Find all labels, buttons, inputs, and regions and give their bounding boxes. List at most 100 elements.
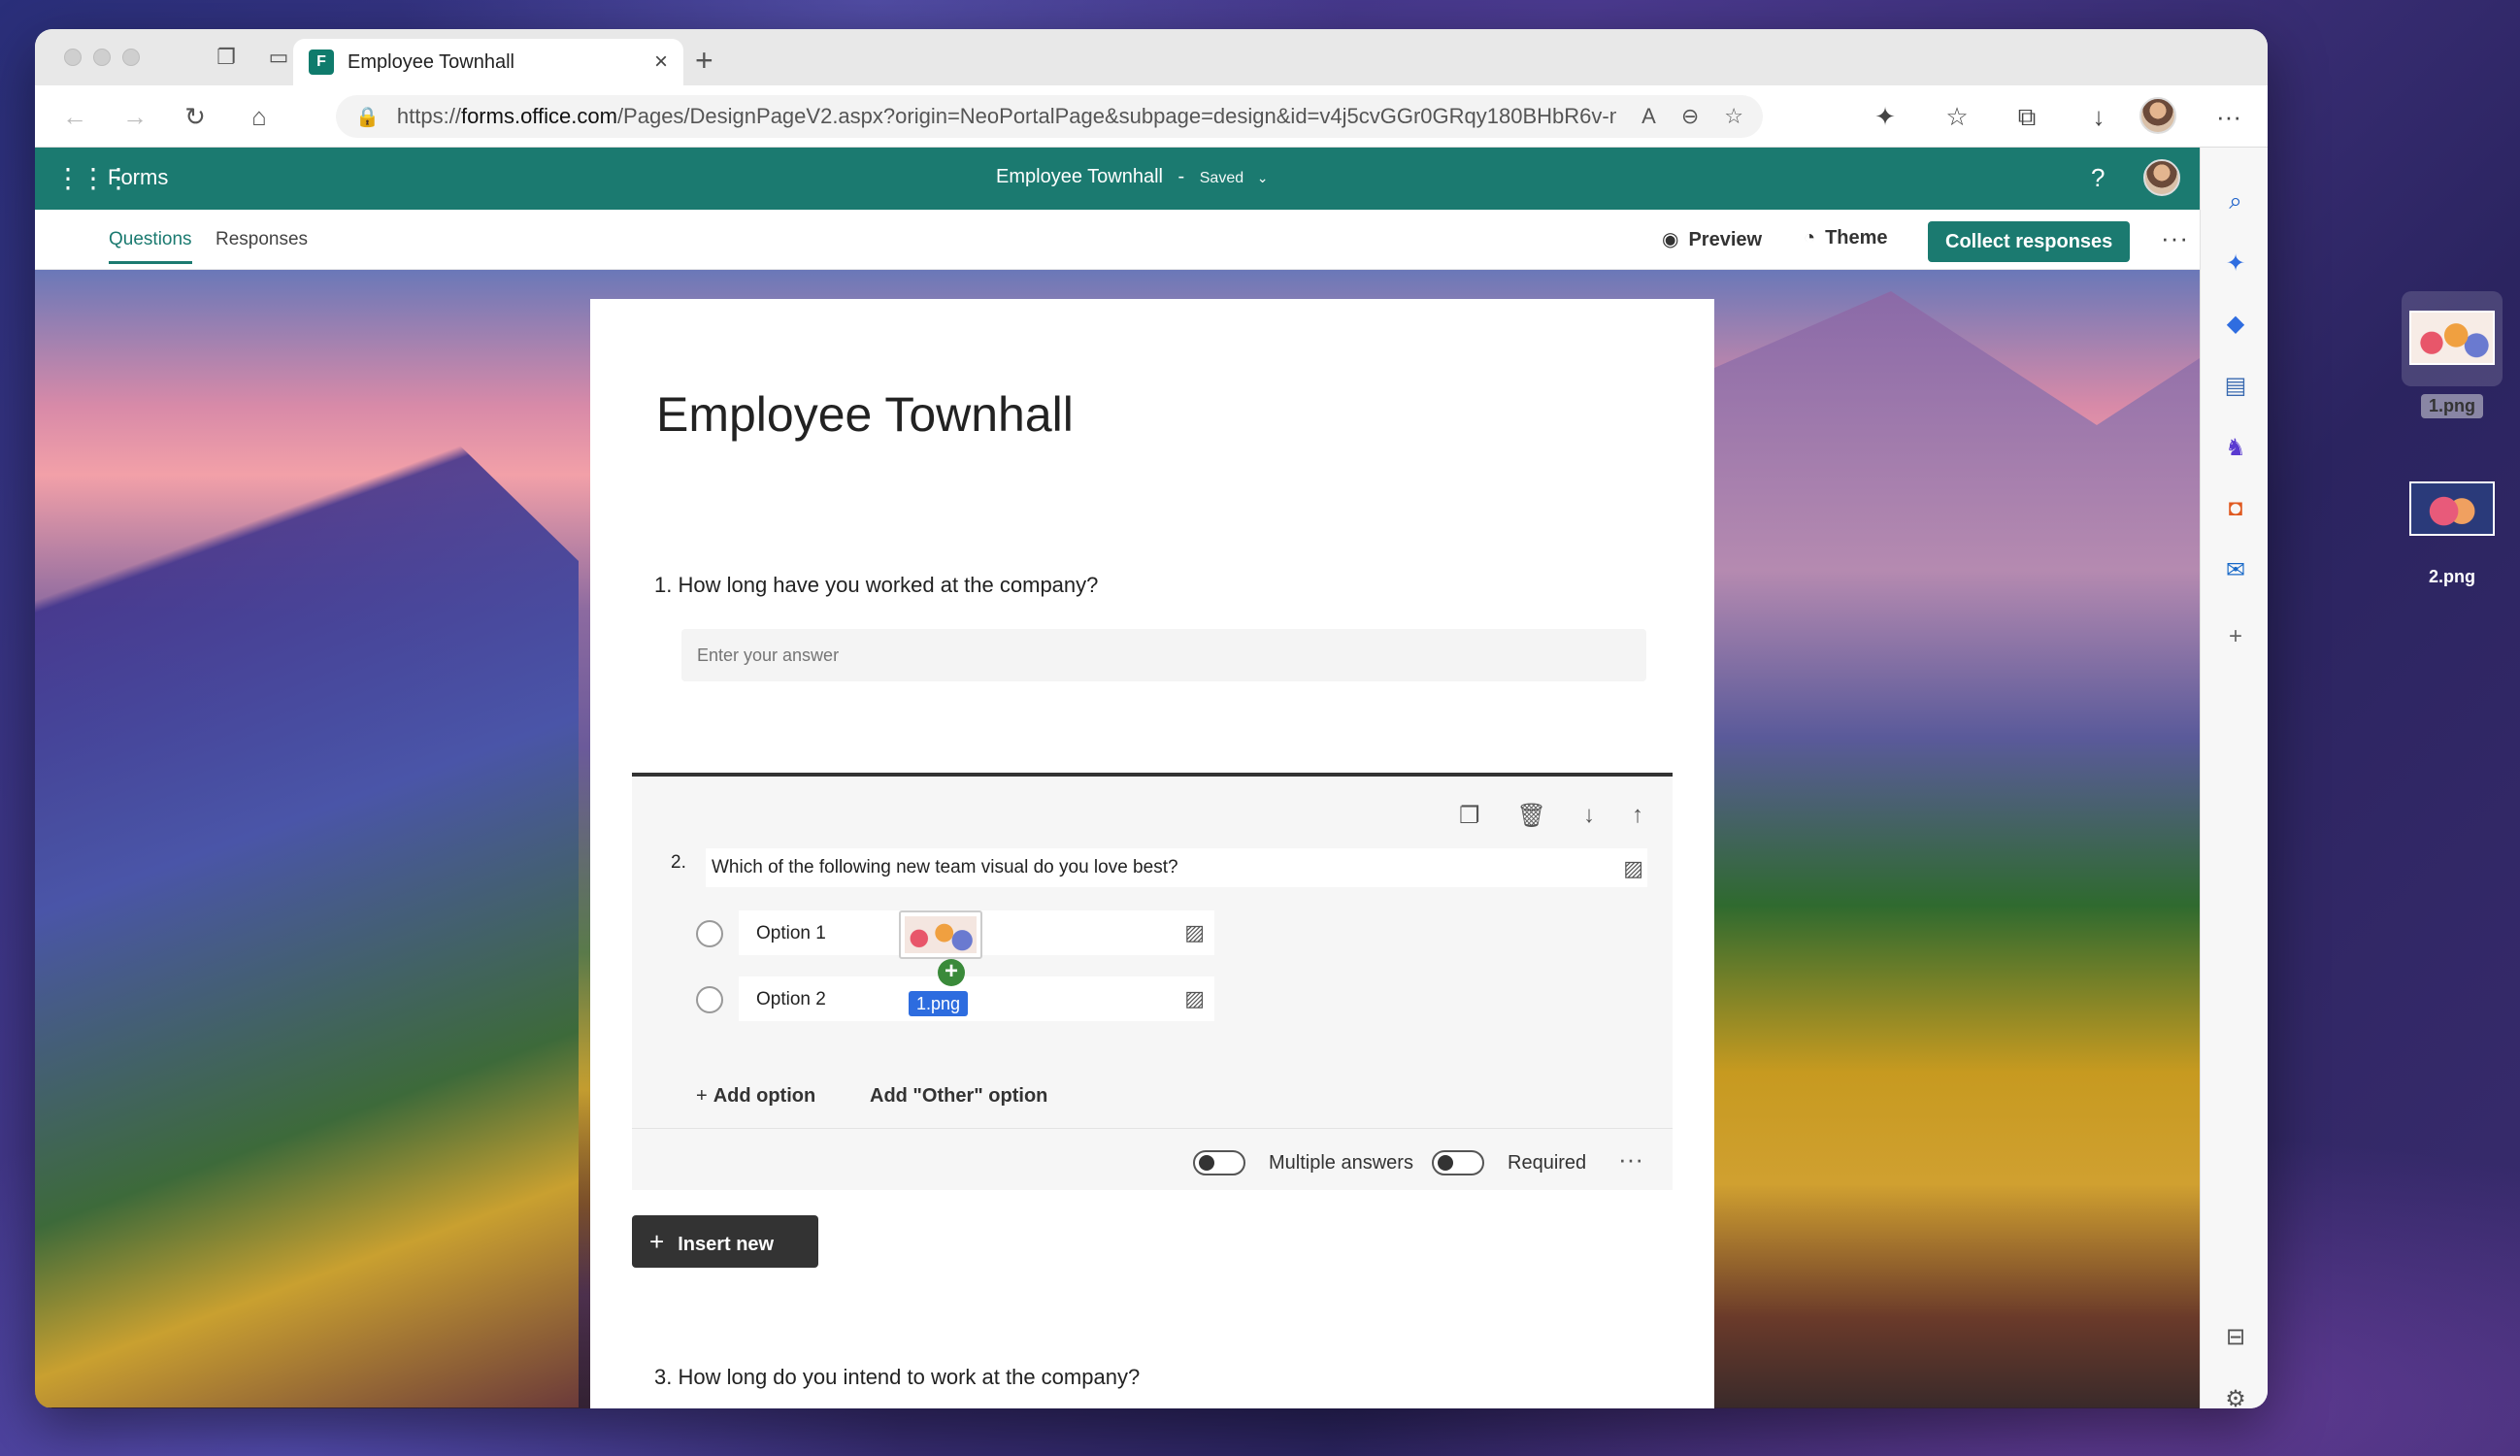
favorites-icon[interactable]: ☆ [1941,103,1973,130]
desktop-file-2[interactable]: 2.png [2402,462,2503,589]
close-window-button[interactable] [64,49,82,66]
document-title[interactable]: Employee Townhall - Saved ⌄ [996,166,1268,188]
file-2-name: 2.png [2429,567,2475,586]
window-controls [64,49,140,66]
dragged-image-thumbnail [899,910,982,959]
hide-sidebar-icon[interactable]: ⊟ [2220,1322,2251,1353]
question-1-label[interactable]: 1. How long have you worked at the compa… [654,573,1098,598]
forward-icon[interactable]: → [120,103,149,130]
settings-more-icon[interactable]: ··· [2213,103,2244,130]
help-icon[interactable]: ? [2091,163,2105,193]
tab-title: Employee Townhall [348,50,514,73]
palette-icon: ◔ [1804,227,1816,248]
dragged-file-label: 1.png [909,991,969,1016]
option-2-radio[interactable] [696,986,723,1013]
form-title[interactable]: Employee Townhall [656,386,1074,443]
question-2-footer: Multiple answers Required ··· [632,1128,1673,1194]
add-sidebar-app-icon[interactable]: + [2220,621,2251,652]
office-icon[interactable]: ◘ [2220,493,2251,524]
question-more-icon[interactable]: ··· [1618,1144,1643,1175]
tab-responses[interactable]: Responses [216,229,308,250]
url-text: https://forms.office.com/Pages/DesignPag… [396,104,1617,128]
question-3-label[interactable]: 3. How long do you intend to work at the… [654,1365,1140,1390]
back-icon[interactable]: ← [60,103,89,130]
move-down-icon[interactable]: ↓ [1583,802,1595,830]
address-toolbar: ← → ↻ ⌂ 🔒 https://forms.office.com/Pages… [35,85,2268,148]
theme-background-mountain-left [35,349,579,1407]
file-1-name: 1.png [2421,394,2483,418]
new-tab-button[interactable]: + [695,43,713,79]
required-toggle[interactable] [1432,1150,1484,1175]
search-icon[interactable]: ⌕ [2220,186,2251,217]
browser-window: ❐ ▭ F Employee Townhall × + ← → ↻ ⌂ 🔒 ht… [35,29,2268,1408]
address-bar[interactable]: 🔒 https://forms.office.com/Pages/DesignP… [336,95,1763,138]
option-2-field[interactable]: Option 2 ▨ [739,976,1214,1021]
add-option-button[interactable]: + Add option [696,1085,815,1108]
zoom-icon[interactable]: ⊖ [1681,104,1699,129]
move-up-icon[interactable]: ↑ [1632,802,1643,830]
hearts-image [905,916,977,953]
extensions-icon[interactable]: ✦ [1870,103,1901,130]
favorite-add-icon[interactable]: ☆ [1724,104,1743,129]
file-1-thumbnail [2402,291,2503,386]
user-avatar[interactable] [2143,159,2180,196]
theme-button[interactable]: ◔ Theme [1804,227,1888,249]
insert-new-button[interactable]: + Insert new [632,1215,818,1268]
tab-close-icon[interactable]: × [654,49,668,76]
delete-icon[interactable]: 🗑 [1517,802,1546,830]
games-icon[interactable]: ♞ [2220,433,2251,464]
home-icon[interactable]: ⌂ [245,103,274,130]
preview-button[interactable]: ◉ Preview [1662,227,1762,251]
multiple-answers-label: Multiple answers [1269,1152,1413,1174]
forms-header: ⋮⋮⋮ Forms Employee Townhall - Saved ⌄ ? [35,148,2200,210]
downloads-icon[interactable]: ↓ [2083,103,2114,130]
heart-image [2409,481,2495,536]
shopping-tag-icon[interactable]: ◆ [2220,309,2251,340]
file-2-thumbnail [2402,462,2503,557]
question-1-answer-input[interactable] [681,629,1646,681]
multiple-answers-toggle[interactable] [1193,1150,1245,1175]
tab-actions-icon[interactable]: ▭ [266,45,291,70]
saved-status: Saved [1199,170,1244,186]
option-1-radio[interactable] [696,920,723,947]
lock-icon[interactable]: 🔒 [355,105,380,129]
forms-favicon-icon: F [309,50,334,75]
collections-icon[interactable]: ⧉ [2011,103,2042,130]
tab-questions[interactable]: Questions [109,229,192,264]
required-label: Required [1508,1152,1587,1174]
plus-icon: + [649,1227,665,1256]
minimize-window-button[interactable] [93,49,111,66]
copilot-icon[interactable]: ✦ [2220,248,2251,280]
theme-background-mountain-right [1685,291,2200,1407]
hearts-image [2409,311,2495,365]
eye-icon: ◉ [1662,229,1679,250]
browser-tab-employee-townhall[interactable]: F Employee Townhall × [293,39,683,85]
form-canvas: Employee Townhall 1. How long have you w… [590,299,1714,1408]
tools-briefcase-icon[interactable]: ▤ [2220,371,2251,402]
command-bar: Questions Responses ◉ Preview ◔ Theme Coll… [35,210,2200,270]
browser-profile-avatar[interactable] [2139,97,2176,134]
collect-responses-button[interactable]: Collect responses [1928,221,2131,262]
tab-strip: ❐ ▭ F Employee Townhall × + [35,29,2268,85]
workspaces-icon[interactable]: ❐ [214,45,239,70]
desktop-file-1[interactable]: 1.png [2402,291,2503,418]
refresh-icon[interactable]: ↻ [181,103,210,130]
option-1-image-icon[interactable]: ▨ [1184,920,1205,945]
maximize-window-button[interactable] [122,49,140,66]
read-aloud-icon[interactable]: A [1641,104,1656,129]
more-options-icon[interactable]: ··· [2161,223,2189,253]
option-2-image-icon[interactable]: ▨ [1184,986,1205,1011]
insert-media-icon[interactable]: ▨ [1623,856,1643,881]
add-other-option-button[interactable]: Add "Other" option [870,1085,1047,1108]
edge-sidebar: ⌕ ✦ ◆ ▤ ♞ ◘ ✉ + ⊟ ⚙ [2200,148,2268,1408]
question-2-number: 2. [671,852,686,873]
drop-copy-plus-icon: + [938,959,965,986]
question-toolbar: ❐ 🗑 ↓ ↑ [1459,802,1643,830]
plus-icon: + [696,1085,708,1107]
question-2-text-field[interactable]: Which of the following new team visual d… [706,848,1647,887]
outlook-icon[interactable]: ✉ [2220,555,2251,586]
forms-app-name[interactable]: Forms [108,165,168,190]
sidebar-settings-gear-icon[interactable]: ⚙ [2220,1384,2251,1408]
copy-icon[interactable]: ❐ [1459,802,1480,830]
question-2-editor[interactable]: ❐ 🗑 ↓ ↑ 2. Which of the following new te… [632,773,1673,1190]
